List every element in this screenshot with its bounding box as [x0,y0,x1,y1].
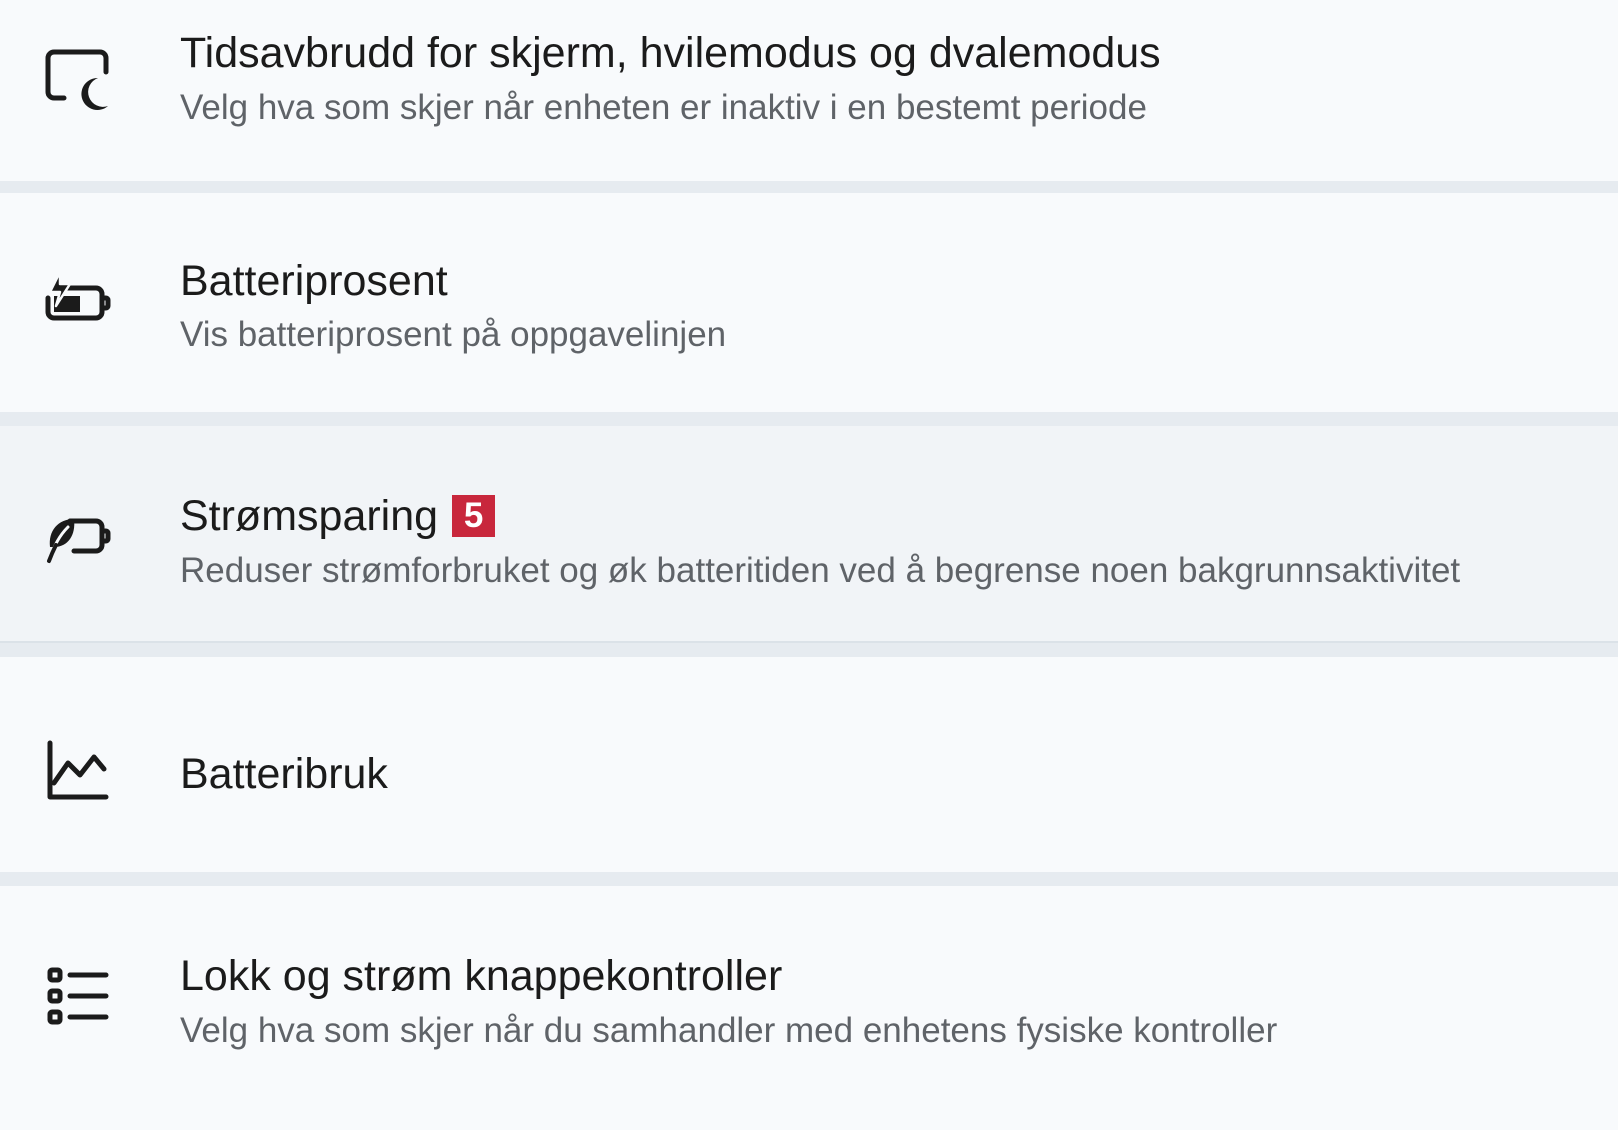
setting-description: Vis batteriprosent på oppgavelinjen [180,315,727,354]
setting-title: Lokk og strøm knappekontroller [180,952,783,1000]
line-chart-icon [42,735,114,807]
power-settings-list: Tidsavbrudd for skjerm, hvilemodus og dv… [0,0,1618,1130]
setting-lid-power-button-controls[interactable]: Lokk og strøm knappekontroller Velg hva … [0,886,1618,1130]
setting-title: Tidsavbrudd for skjerm, hvilemodus og dv… [180,29,1161,77]
list-icon [42,960,114,1032]
setting-screen-sleep-timeout[interactable]: Tidsavbrudd for skjerm, hvilemodus og dv… [0,0,1618,181]
setting-description: Reduser strømforbruket og øk batteritide… [180,551,1461,590]
battery-charging-icon [42,266,114,338]
setting-description: Velg hva som skjer når enheten er inakti… [180,88,1147,127]
setting-battery-percentage[interactable]: Batteriprosent Vis batteriprosent på opp… [0,193,1618,412]
setting-description: Velg hva som skjer når du samhandler med… [180,1011,1278,1050]
setting-battery-usage[interactable]: Batteribruk [0,657,1618,872]
setting-battery-saver[interactable]: Strømsparing 5 Reduser strømforbruket og … [0,426,1618,643]
setting-title: Batteriprosent [180,257,448,305]
index-badge: 5 [452,495,496,537]
screen-sleep-icon [42,44,114,116]
setting-title: Batteribruk [180,750,388,798]
setting-title-text: Strømsparing [180,492,439,540]
battery-saver-icon [42,501,114,573]
setting-title: Strømsparing 5 [180,492,496,540]
